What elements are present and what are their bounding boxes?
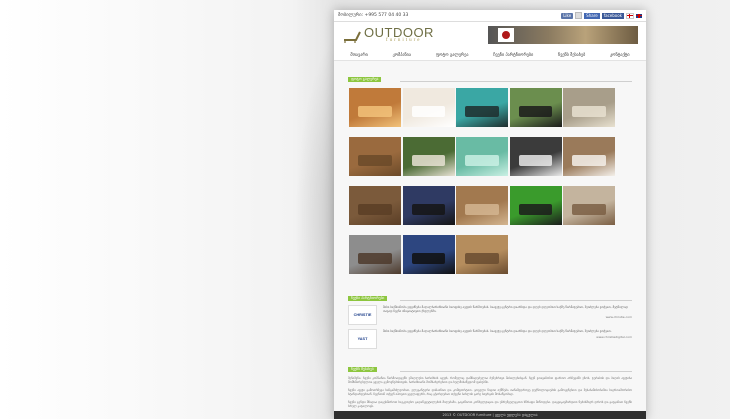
about-paragraph: ჩვენი გუნდი მზადაა დაგეხმაროთ საუკეთესო … [348,400,632,408]
partner-item: YAST მისი საქმიანობა ეფუძნება მაღალხარის… [348,329,632,349]
partners-section-label: ჩვენი პარტნიორები [348,296,388,301]
main-content: ფოტო გალერეა ჩვენი პარტნიორები CHRISTIE … [334,61,646,408]
partner-logo[interactable]: YAST [348,329,377,349]
partner-description: მისი საქმიანობა ეფუძნება მაღალხარისხიანი… [383,305,628,313]
gallery-photo-fountain-lounge[interactable] [402,235,455,274]
furniture-shape [572,154,606,167]
gallery-photo-beige-sectional[interactable] [563,186,615,225]
partner-body: მისი საქმიანობა ეფუძნება მაღალხარისხიანი… [383,329,632,339]
about-section: ჩვენს შესახებ შენიშვნა: ჩვენი კომპანია წ… [348,355,632,408]
nav-item-gallery[interactable]: ფოტო გალერეა [436,52,469,57]
nav-item-partners[interactable]: ჩვენი პარტნიორები [493,52,533,57]
furniture-shape [465,105,499,118]
furniture-shape [465,252,499,265]
gallery-photo-teak-dining-set[interactable] [349,88,401,127]
divider [400,371,632,372]
furniture-shape [358,252,392,265]
gallery-section-label: ფოტო გალერეა [348,77,382,82]
main-navigation: მთავარი კომპანია ფოტო გალერეა ჩვენი პარტ… [334,48,646,61]
gallery-photo-dining-table[interactable] [509,137,562,176]
top-bar: მობილური: +995 577 04 40 33 Like Share f… [334,10,646,22]
gallery-photo-round-seats[interactable] [349,235,401,274]
gallery-photo-pool-table-set[interactable] [456,88,508,127]
partner-body: მისი საქმიანობა ეფუძნება მაღალხარისხიანი… [383,305,632,319]
gallery-section: ფოტო გალერეა [348,65,632,274]
furniture-shape [411,203,446,216]
nav-item-home[interactable]: მთავარი [350,52,367,57]
gallery-photo-white-sofa-set[interactable] [402,137,455,176]
partner-item: CHRISTIE მისი საქმიანობა ეფუძნება მაღალხ… [348,305,632,325]
furniture-shape [358,105,392,118]
gallery-photo-green-lawn-set[interactable] [509,186,562,225]
gallery-photo-black-chairs-set[interactable] [509,88,562,127]
google-plus-button[interactable] [575,12,583,19]
furniture-shape [411,105,446,118]
gallery-photo-bamboo-set[interactable] [456,235,508,274]
furniture-shape [518,203,553,216]
furniture-shape [358,154,392,167]
gallery-photo-wood-table-set[interactable] [456,186,508,225]
about-paragraph: შენიშვნა: ჩვენი კომპანია წარმოადგენს უმა… [348,376,632,384]
logo-subtitle: furniture [386,38,422,43]
english-flag-icon[interactable] [636,13,642,18]
nav-item-contact[interactable]: კონტაქტი [610,52,630,57]
gallery-photo-white-chaise[interactable] [563,137,615,176]
georgian-flag-icon[interactable] [626,12,634,19]
header-banner [488,26,638,44]
furniture-shape [465,154,499,167]
divider [400,300,632,301]
lounge-chair-logo-icon [344,31,361,43]
social-buttons: Like Share facebook [561,12,642,19]
brand-emblem-icon [498,28,514,42]
header: OUTDOOR furniture [334,22,646,48]
photo-gallery [349,88,632,274]
furniture-shape [465,203,499,216]
partner-link[interactable]: www.christie.com [383,315,632,319]
footer: 2013 © OUTDOOR furniture | ყველა უფლება … [334,411,646,419]
furniture-shape [572,105,606,118]
facebook-button[interactable]: facebook [601,12,624,19]
partner-logo[interactable]: CHRISTIE [348,305,377,325]
partners-section: ჩვენი პარტნიორები CHRISTIE მისი საქმიანო… [348,284,632,349]
about-paragraph: ჩვენი ავეჯი გამოირჩევა ხანგამძლეობით, ელ… [348,388,632,396]
phone-number: მობილური: +995 577 04 40 33 [338,13,409,18]
like-button[interactable]: Like [561,12,574,19]
nav-item-company[interactable]: კომპანია [393,52,411,57]
divider [400,81,632,82]
partner-link[interactable]: www.christiedigital.com [383,335,632,339]
furniture-shape [572,203,606,216]
gallery-photo-blue-lounge[interactable] [402,186,455,225]
webpage-frame: მობილური: +995 577 04 40 33 Like Share f… [334,10,646,419]
nav-item-about[interactable]: ჩვენს შესახებ [558,52,585,57]
gallery-photo-wooden-bench[interactable] [349,137,401,176]
about-section-label: ჩვენს შესახებ [348,367,377,372]
gallery-photo-brown-sectional[interactable] [349,186,401,225]
furniture-shape [358,203,392,216]
furniture-shape [411,252,446,265]
furniture-shape [518,154,553,167]
furniture-shape [411,154,446,167]
gallery-photo-rattan-sofa[interactable] [563,88,615,127]
share-button[interactable]: Share [584,12,600,19]
gallery-photo-white-daybed[interactable] [402,88,455,127]
partner-description: მისი საქმიანობა ეფუძნება მაღალხარისხიანი… [383,329,612,333]
furniture-shape [518,105,553,118]
gallery-photo-glass-table[interactable] [456,137,508,176]
